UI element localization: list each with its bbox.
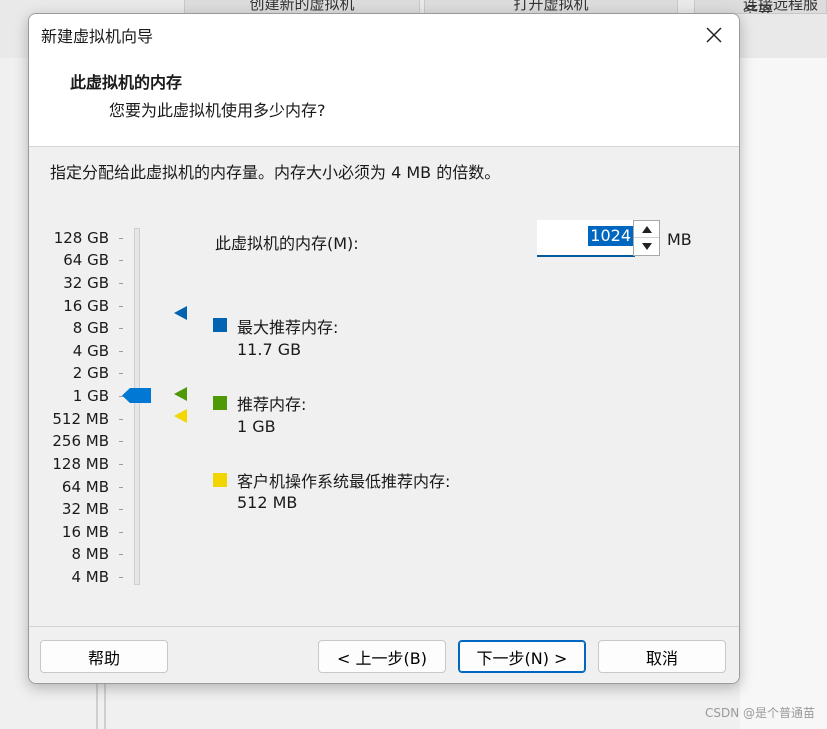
memory-field-label: 此虚拟机的内存(M):	[215, 234, 359, 253]
scale-label: 1 GB	[72, 387, 109, 405]
scale-tick	[119, 419, 123, 420]
scale-tick	[119, 441, 123, 442]
scale-tick	[119, 532, 123, 533]
max-recommended-marker	[174, 306, 187, 320]
dialog-footer: 帮助 < 上一步(B) 下一步(N) > 取消	[29, 626, 739, 683]
scale-label: 512 MB	[52, 410, 109, 428]
max-recommended-value: 11.7 GB	[237, 340, 302, 359]
guest-min-recommended-swatch	[213, 473, 227, 487]
help-button[interactable]: 帮助	[40, 640, 168, 673]
scale-label: 256 MB	[52, 432, 109, 450]
close-button[interactable]	[697, 18, 731, 52]
memory-input-value: 1024	[588, 226, 633, 246]
guest-min-recommended-marker	[174, 409, 187, 423]
guest-min-recommended-label: 客户机操作系统最低推荐内存:	[237, 472, 451, 491]
max-recommended-swatch	[213, 318, 227, 332]
back-button[interactable]: < 上一步(B)	[318, 640, 446, 673]
memory-slider-track[interactable]	[134, 228, 140, 585]
scale-label: 16 MB	[61, 523, 109, 541]
scale-tick	[119, 328, 123, 329]
scale-label: 8 MB	[71, 545, 109, 563]
scale-tick	[119, 373, 123, 374]
close-icon	[706, 27, 722, 43]
scale-label: 16 GB	[63, 297, 109, 315]
wizard-header: 此虚拟机的内存 您要为此虚拟机使用多少内存?	[29, 56, 739, 147]
arrow-up-icon	[641, 225, 652, 233]
page-subtitle: 您要为此虚拟机使用多少内存?	[109, 101, 326, 120]
memory-increment-button[interactable]	[634, 221, 659, 238]
recommended-marker	[174, 387, 187, 401]
scale-tick	[119, 351, 123, 352]
scale-label: 2 GB	[72, 364, 109, 382]
bg-tab-open-vm[interactable]: 打开虚拟机	[424, 0, 678, 14]
scale-tick	[119, 260, 123, 261]
scale-label: 32 MB	[61, 500, 109, 518]
scale-label: 64 MB	[61, 478, 109, 496]
memory-unit-label: MB	[667, 230, 692, 249]
arrow-down-icon	[641, 243, 652, 250]
title-bar: 新建虚拟机向导	[29, 14, 739, 56]
scale-tick	[119, 283, 123, 284]
watermark: CSDN @是个普通苗	[704, 706, 815, 720]
bg-tab-create-vm[interactable]: 创建新的虚拟机	[184, 0, 420, 14]
instruction-text: 指定分配给此虚拟机的内存量。内存大小必须为 4 MB 的倍数。	[50, 163, 501, 182]
background-divider	[96, 680, 98, 729]
cancel-button[interactable]: 取消	[598, 640, 726, 673]
scale-label: 128 MB	[52, 455, 109, 473]
guest-min-recommended-value: 512 MB	[237, 493, 298, 512]
bg-tab-connect-remote[interactable]: 连接远程服务器	[694, 0, 827, 14]
recommended-swatch	[213, 396, 227, 410]
new-vm-wizard-dialog: 新建虚拟机向导 此虚拟机的内存 您要为此虚拟机使用多少内存? 指定分配给此虚拟机…	[28, 13, 740, 684]
scale-tick	[119, 464, 123, 465]
next-button[interactable]: 下一步(N) >	[458, 640, 586, 673]
page-title: 此虚拟机的内存	[70, 73, 183, 92]
background-divider	[104, 680, 106, 729]
max-recommended-label: 最大推荐内存:	[237, 318, 339, 337]
scale-label: 64 GB	[63, 251, 109, 269]
memory-input[interactable]: 1024	[537, 220, 635, 257]
scale-tick	[119, 554, 123, 555]
memory-slider-thumb[interactable]	[122, 388, 151, 403]
scale-label: 4 MB	[71, 568, 109, 586]
scale-label: 4 GB	[72, 342, 109, 360]
scale-tick	[119, 238, 123, 239]
scale-label: 8 GB	[72, 319, 109, 337]
scale-tick	[119, 509, 123, 510]
memory-decrement-button[interactable]	[634, 238, 659, 255]
scale-tick	[119, 306, 123, 307]
recommended-value: 1 GB	[237, 417, 276, 436]
recommended-label: 推荐内存:	[237, 395, 307, 414]
scale-tick	[119, 577, 123, 578]
memory-spinner	[633, 220, 660, 256]
scale-tick	[119, 487, 123, 488]
dialog-title: 新建虚拟机向导	[41, 27, 154, 46]
scale-label: 32 GB	[63, 274, 109, 292]
background-panel	[740, 58, 827, 729]
scale-label: 128 GB	[53, 229, 109, 247]
